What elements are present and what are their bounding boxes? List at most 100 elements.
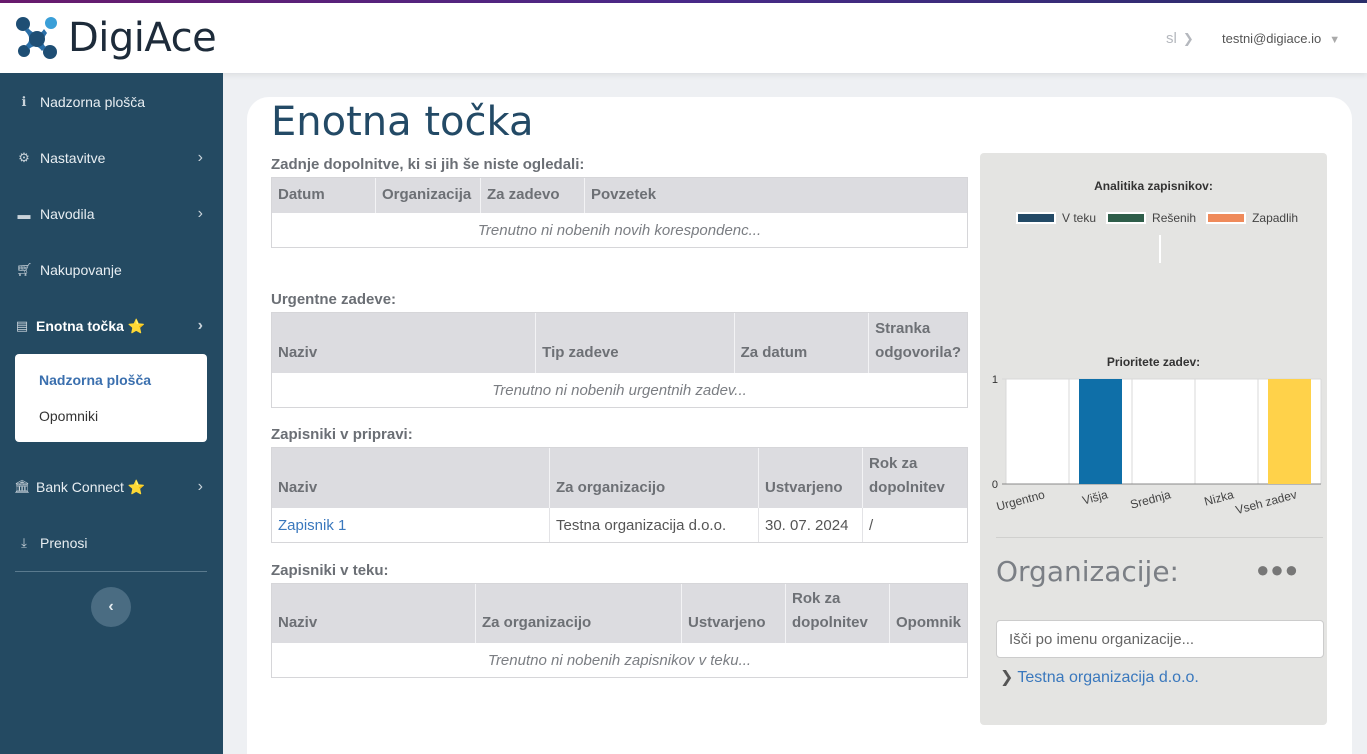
sidebar-item-label: Nadzorna plošča (40, 94, 146, 110)
organization-search-input[interactable] (996, 620, 1324, 658)
table-cell: Testna organizacija d.o.o. (550, 508, 759, 542)
column-header[interactable]: Datum (272, 178, 376, 213)
analytics-title: Analitika zapisnikov: (1094, 179, 1213, 193)
chevron-right-icon: ❯ (1182, 31, 1194, 46)
column-header[interactable]: Za zadevo (481, 178, 585, 213)
priority-chart: 0 1 Urgentno Višja Srednja NizkaVseh zadev (992, 374, 1322, 517)
table-row: Zapisnik 1 Testna organizacija d.o.o. 30… (272, 508, 967, 542)
gear-icon: ⚙ (18, 150, 30, 165)
y-tick-label: 0 (992, 479, 998, 491)
download-icon: ⤓ (21, 535, 27, 550)
language-label: sl (1166, 30, 1177, 47)
top-header: DigiAce sl ❯ testni@digiace.io ▼ (0, 3, 1367, 73)
chevron-right-icon: ❯ (1000, 669, 1014, 686)
logo[interactable]: DigiAce (14, 13, 217, 63)
cart-icon: 🛒︎ (16, 262, 33, 277)
column-header[interactable]: Za organizacijo (550, 448, 759, 508)
book-icon: ▬ (17, 206, 31, 222)
column-header[interactable]: Stranka odgovorila? (869, 313, 967, 373)
user-menu[interactable]: testni@digiace.io ▼ (1222, 31, 1340, 46)
column-header[interactable]: Organizacija (376, 178, 481, 213)
column-header[interactable]: Tip zadeve (536, 313, 735, 373)
sidebar-item-guides[interactable]: ▬ Navodila › (0, 186, 223, 242)
legend-label: Rešenih (1152, 211, 1197, 225)
chevron-right-icon: › (197, 149, 203, 166)
main-content: Enotna točka Zadnje dopolnitve, ki si ji… (247, 97, 1352, 754)
sidebar-item-label: Nastavitve (40, 150, 106, 166)
submenu: Nadzorna plošča Opomniki (15, 354, 207, 442)
analytics-panel: Analitika zapisnikov: V teku Rešenih Zap… (980, 153, 1327, 725)
chart-title: Prioritete zadev: (1106, 355, 1201, 369)
digiace-logo-icon (16, 17, 57, 59)
x-tick-label: Nizka (1203, 487, 1236, 508)
sidebar-item-label: Bank Connect ⭐ (36, 478, 146, 495)
language-selector[interactable]: sl ❯ (1166, 30, 1194, 47)
legend-swatch (1206, 212, 1247, 224)
legend-swatch (1106, 212, 1147, 224)
x-tick-label: Srednja (1129, 487, 1173, 511)
sidebar-item-settings[interactable]: ⚙ Nastavitve › (0, 130, 223, 186)
sidebar-item-label: Nakupovanje (40, 262, 122, 278)
sidebar-item-label: Navodila (40, 206, 95, 222)
logo-text: DigiAce (68, 15, 217, 61)
bar (1268, 379, 1311, 484)
sidebar-item-shopping[interactable]: 🛒︎ Nakupovanje (0, 242, 223, 298)
x-tick-label: Urgentno (995, 487, 1047, 513)
recent-updates-title: Zadnje dopolnitve, ki si jih še niste og… (271, 156, 585, 173)
drafts-title: Zapisniki v pripravi: (271, 426, 413, 443)
drafts-table: Naziv Za organizacijo Ustvarjeno Rok za … (271, 447, 968, 543)
in-progress-title: Zapisniki v teku: (271, 562, 389, 579)
sidebar-item-single-point[interactable]: ▤ Enotna točka ⭐ › (0, 298, 223, 354)
collapse-sidebar-button[interactable]: ‹ (91, 587, 131, 627)
legend: V teku Rešenih Zapadlih (1016, 211, 1298, 225)
legend-label: V teku (1062, 211, 1097, 225)
y-tick-label: 1 (992, 374, 998, 386)
chevron-right-icon: › (197, 205, 203, 222)
submenu-item-dashboard[interactable]: Nadzorna plošča (39, 372, 151, 388)
sidebar-item-label: Prenosi (40, 535, 88, 551)
column-header[interactable]: Rok za dopolnitev (786, 584, 890, 643)
sidebar-item-bank-connect[interactable]: 🏛︎ Bank Connect ⭐ › (0, 459, 223, 515)
recent-updates-table: Datum Organizacija Za zadevo Povzetek Tr… (271, 177, 968, 248)
empty-message: Trenutno ni nobenih urgentnih zadev... (492, 381, 747, 399)
column-header[interactable]: Ustvarjeno (682, 584, 786, 643)
empty-pie-marker (1159, 235, 1161, 263)
legend-item[interactable]: Zapadlih (1206, 211, 1298, 225)
column-header[interactable]: Za datum (735, 313, 870, 373)
sidebar-item-dashboard[interactable]: ℹ Nadzorna plošča (0, 74, 223, 130)
info-icon: ℹ (21, 94, 27, 109)
submenu-item-reminders[interactable]: Opomniki (39, 408, 98, 424)
column-header[interactable]: Za organizacijo (476, 584, 682, 643)
legend-item[interactable]: V teku (1016, 211, 1096, 225)
sidebar: ℹ Nadzorna plošča ⚙ Nastavitve › ▬ Navod… (0, 73, 223, 754)
urgent-title: Urgentne zadeve: (271, 291, 397, 308)
sidebar-item-label: Enotna točka ⭐ (36, 317, 146, 334)
sidebar-item-downloads[interactable]: ⤓ Prenosi (0, 515, 223, 571)
column-header[interactable]: Rok za dopolnitev (863, 448, 967, 508)
column-header[interactable]: Naziv (272, 448, 550, 508)
legend-item[interactable]: Rešenih (1106, 211, 1196, 225)
document-icon: ▤ (15, 318, 29, 333)
draft-link[interactable]: Zapisnik 1 (278, 517, 346, 534)
table-header: Naziv Za organizacijo Ustvarjeno Rok za … (272, 584, 967, 643)
table-cell: / (869, 516, 874, 534)
user-email: testni@digiace.io (1222, 31, 1322, 46)
sidebar-divider (15, 571, 207, 572)
table-cell: 30. 07. 2024 (759, 508, 863, 542)
empty-message: Trenutno ni nobenih novih korespondenc..… (477, 221, 762, 239)
x-tick-label: Vseh zadev (1234, 487, 1298, 517)
empty-message: Trenutno ni nobenih zapisnikov v teku... (487, 651, 752, 669)
organization-link[interactable]: ❯ Testna organizacija d.o.o. (1000, 667, 1199, 687)
column-header[interactable]: Naziv (272, 313, 537, 373)
organization-link-label: Testna organizacija d.o.o. (1017, 669, 1199, 686)
table-header: Naziv Tip zadeve Za datum Stranka odgovo… (272, 313, 967, 373)
column-header[interactable]: Naziv (272, 584, 476, 643)
column-header[interactable]: Povzetek (585, 178, 967, 213)
table-header: Datum Organizacija Za zadevo Povzetek (272, 178, 967, 213)
table-cell: Zapisnik 1 (272, 508, 550, 542)
more-options-icon[interactable]: ●●● (1256, 557, 1299, 583)
bank-icon: 🏛︎ (14, 479, 31, 494)
organizations-title: Organizacije: (996, 555, 1179, 588)
column-header[interactable]: Opomnik (890, 584, 967, 643)
column-header[interactable]: Ustvarjeno (759, 448, 863, 508)
